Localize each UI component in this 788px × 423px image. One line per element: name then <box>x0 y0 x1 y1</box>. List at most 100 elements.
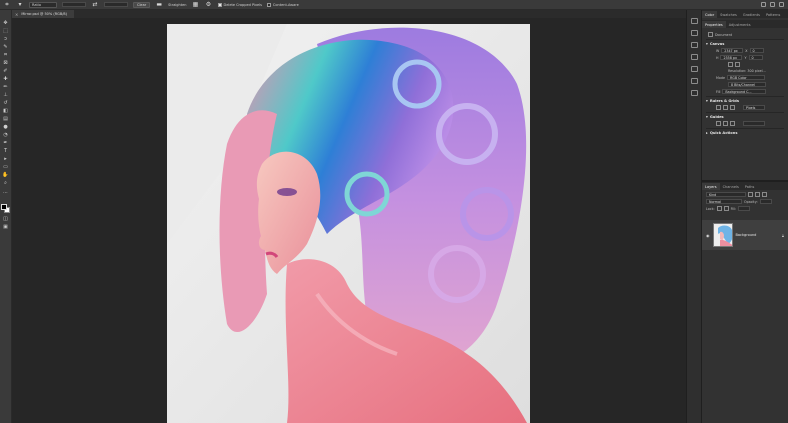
brush-settings-icon[interactable] <box>691 30 698 36</box>
pen-tool-icon[interactable]: ✒ <box>2 140 9 146</box>
ruler-units-select[interactable]: Pixels <box>743 105 765 110</box>
fill-opacity-field[interactable] <box>738 206 751 211</box>
blur-tool-icon[interactable]: ● <box>2 124 9 130</box>
quick-select-tool-icon[interactable]: ✎ <box>2 44 9 50</box>
document-tab[interactable]: × Mirror.psd @ 50% (RGB/8) <box>12 10 74 18</box>
actions-panel-icon[interactable] <box>691 66 698 72</box>
tab-color[interactable]: Color <box>702 11 718 18</box>
delete-cropped-checkbox[interactable]: Delete Cropped Pixels <box>217 2 262 7</box>
eraser-tool-icon[interactable]: ◧ <box>2 108 9 114</box>
quick-actions-header[interactable]: ▸ Quick Actions <box>706 131 784 135</box>
layer-row-background[interactable]: ◉ Background 🔒︎ <box>702 220 788 250</box>
path-select-tool-icon[interactable]: ▸ <box>2 156 9 162</box>
crop-tool-icon[interactable]: ⌗ <box>2 52 9 58</box>
opacity-field[interactable] <box>759 199 772 204</box>
grid-icon[interactable] <box>723 105 728 110</box>
history-brush-tool-icon[interactable]: ↺ <box>2 100 9 106</box>
share-icon[interactable] <box>779 2 784 7</box>
tab-gradients[interactable]: Gradients <box>740 11 763 18</box>
fill-value: Background C... <box>725 89 752 94</box>
filter-pixel-icon[interactable] <box>748 192 753 197</box>
tab-swatches[interactable]: Swatches <box>717 11 740 18</box>
hand-tool-icon[interactable]: ✋ <box>2 172 9 178</box>
quick-mask-icon[interactable]: ◫ <box>2 216 9 222</box>
close-tab-icon[interactable]: × <box>15 12 18 17</box>
libraries-panel-icon[interactable] <box>691 90 698 96</box>
pixel-grid-icon[interactable] <box>730 105 735 110</box>
ratio-height-field[interactable] <box>104 2 128 7</box>
tab-channels[interactable]: Channels <box>720 183 742 190</box>
filter-type-icon[interactable] <box>762 192 767 197</box>
canvas-y-field[interactable]: 0 <box>748 55 763 60</box>
bit-depth-select[interactable]: 8 Bits/Channel <box>728 82 766 87</box>
canvas-height-field[interactable]: 2558 px <box>720 55 743 60</box>
ratio-select[interactable]: Ratio <box>29 1 57 8</box>
eye-icon[interactable]: ◉ <box>706 233 710 238</box>
tab-adjustments[interactable]: Adjustments <box>726 21 754 28</box>
search-icon[interactable] <box>761 2 766 7</box>
screen-mode-icon[interactable]: ▣ <box>2 224 9 230</box>
workspace-icon[interactable] <box>770 2 775 7</box>
content-aware-checkbox[interactable]: Content-Aware <box>266 2 299 7</box>
move-tool-icon[interactable]: ✥ <box>2 20 9 26</box>
zoom-tool-icon[interactable]: ⌕ <box>2 180 9 186</box>
document-tab-title: Mirror.psd @ 50% (RGB/8) <box>21 12 68 16</box>
canvas-header[interactable]: ▾ Canvas <box>706 42 784 46</box>
portrait-orientation-icon[interactable] <box>728 62 733 67</box>
clear-button[interactable]: Clear <box>133 1 151 8</box>
lock-position-icon[interactable] <box>723 206 729 211</box>
rulers-grids-header[interactable]: ▾ Rulers & Grids <box>706 99 784 103</box>
layer-filter-select[interactable]: Kind <box>706 192 746 197</box>
history-panel-icon[interactable] <box>691 18 698 24</box>
shape-tool-icon[interactable]: ▭ <box>2 164 9 170</box>
new-guide-icon[interactable] <box>730 121 735 126</box>
marquee-tool-icon[interactable]: ⬚ <box>2 28 9 34</box>
guides-icon[interactable] <box>716 121 721 126</box>
gradient-tool-icon[interactable]: ▤ <box>2 116 9 122</box>
fill-label: Fill <box>716 89 721 94</box>
tab-layers[interactable]: Layers <box>702 183 720 190</box>
dodge-tool-icon[interactable]: ◔ <box>2 132 9 138</box>
canvas-width-field[interactable]: 2347 px <box>721 48 744 53</box>
mode-select[interactable]: RGB Color <box>726 75 765 80</box>
paragraph-panel-icon[interactable] <box>691 54 698 60</box>
canvas-area[interactable] <box>12 18 686 423</box>
character-panel-icon[interactable] <box>691 42 698 48</box>
lasso-tool-icon[interactable]: ↄ <box>2 36 9 42</box>
swap-icon[interactable]: ⇄ <box>91 1 99 9</box>
ruler-icon[interactable] <box>716 105 721 110</box>
healing-brush-tool-icon[interactable]: ✚ <box>2 76 9 82</box>
canvas-x-field[interactable]: 0 <box>749 48 764 53</box>
document-canvas[interactable] <box>167 24 530 423</box>
straighten-icon[interactable]: ▬ <box>155 1 163 9</box>
tab-paths[interactable]: Paths <box>742 183 758 190</box>
blend-mode-select[interactable]: Normal <box>706 199 742 204</box>
tab-patterns[interactable]: Patterns <box>763 11 783 18</box>
filter-adjust-icon[interactable] <box>755 192 760 197</box>
eyedropper-tool-icon[interactable]: ✐ <box>2 68 9 74</box>
lock-pixels-icon[interactable] <box>716 206 722 211</box>
straighten-label[interactable]: Straighten <box>168 3 186 7</box>
lock-icon[interactable]: 🔒︎ <box>782 233 784 238</box>
frame-tool-icon[interactable]: ⊠ <box>2 60 9 66</box>
landscape-orientation-icon[interactable] <box>735 62 740 67</box>
fill-select[interactable]: Background C... <box>722 89 767 94</box>
type-tool-icon[interactable]: T <box>2 148 9 154</box>
crop-tool-icon[interactable]: ⌗ <box>3 1 11 9</box>
y-label: Y <box>744 55 747 60</box>
lock-guides-icon[interactable] <box>723 121 728 126</box>
guides-header[interactable]: ▾ Guides <box>706 115 784 119</box>
blend-mode-value: Normal <box>709 199 721 204</box>
tab-properties[interactable]: Properties <box>702 21 726 28</box>
more-tools-icon[interactable]: ⋯ <box>2 190 9 196</box>
guide-style-select[interactable] <box>743 121 765 126</box>
foreground-color-swatch[interactable] <box>1 204 7 210</box>
info-panel-icon[interactable] <box>691 78 698 84</box>
chevron-down-icon[interactable]: ▾ <box>16 1 24 9</box>
brush-tool-icon[interactable]: ✏ <box>2 84 9 90</box>
clone-stamp-tool-icon[interactable]: ⊥ <box>2 92 9 98</box>
lock-label: Lock: <box>706 206 715 211</box>
ratio-width-field[interactable] <box>62 2 86 7</box>
grid-overlay-icon[interactable]: ▦ <box>192 1 200 9</box>
settings-gear-icon[interactable]: ⚙ <box>205 1 213 9</box>
